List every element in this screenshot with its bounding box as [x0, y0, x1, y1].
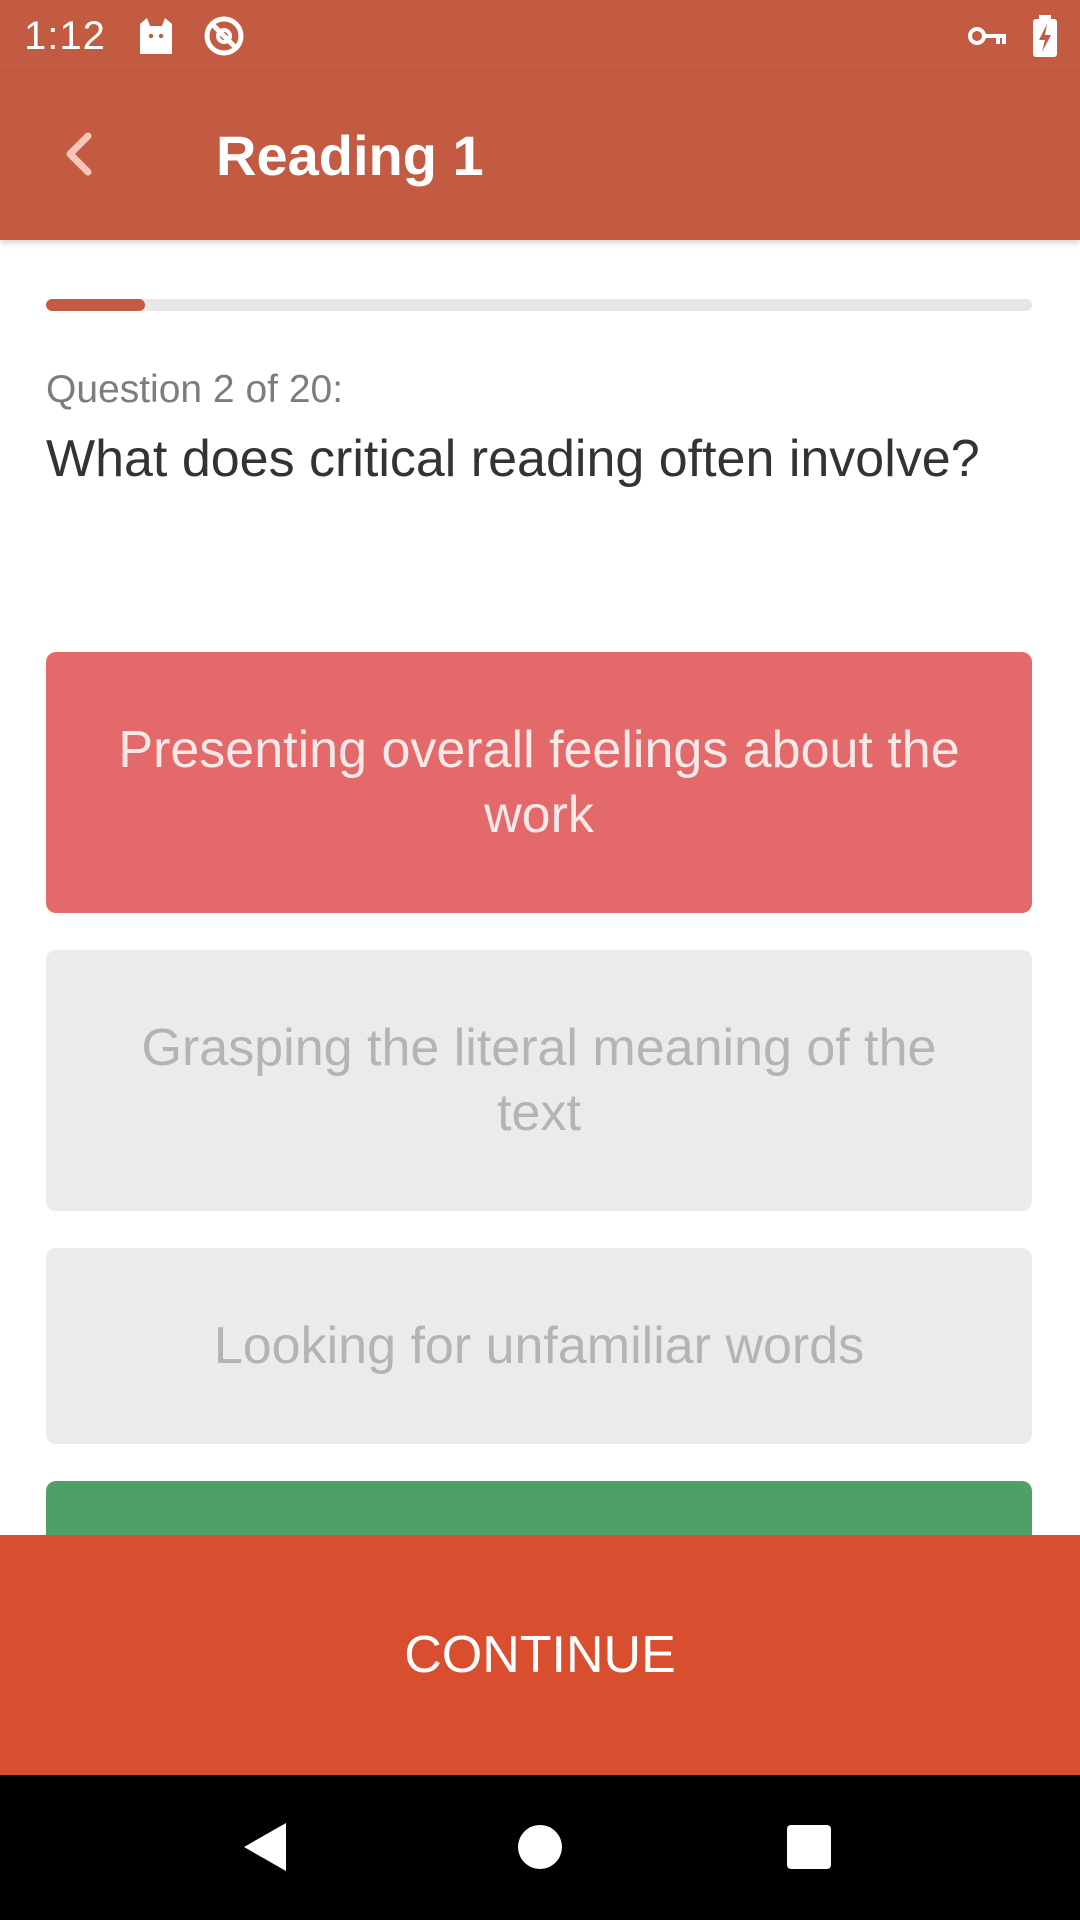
continue-button[interactable]: CONTINUE: [0, 1535, 1080, 1775]
answer-label: Looking for unfamiliar words: [213, 1316, 865, 1375]
home-circle-icon[interactable]: [500, 1807, 580, 1887]
answer-option[interactable]: Looking for unfamiliar words: [46, 1248, 1032, 1444]
quiz-progress-fill: [46, 299, 145, 311]
battery-charging-icon: [1030, 14, 1060, 58]
page-title: Reading 1: [216, 124, 484, 187]
recents-square-icon[interactable]: [769, 1807, 849, 1887]
status-bar: 1:12: [0, 0, 1080, 72]
quiz-progress-bar: [46, 299, 1032, 311]
no-disturb-icon: [202, 14, 246, 58]
answer-option-wrong[interactable]: Presenting overall feelings about the wo…: [46, 652, 1032, 913]
cat-notification-icon: [134, 14, 178, 58]
back-button[interactable]: [44, 114, 124, 194]
answer-label: Presenting overall feelings about the wo…: [118, 720, 960, 844]
answer-label: Grasping the literal meaning of the text: [141, 1018, 937, 1142]
chevron-left-icon: [66, 132, 92, 176]
question-counter: Question 2 of 20:: [46, 368, 344, 411]
vpn-key-icon: [966, 14, 1010, 58]
status-time: 1:12: [24, 14, 106, 58]
question-text: What does critical reading often involve…: [46, 430, 980, 488]
answer-option[interactable]: Grasping the literal meaning of the text: [46, 950, 1032, 1211]
system-nav-bar: [0, 1775, 1080, 1920]
back-triangle-icon[interactable]: [226, 1807, 306, 1887]
app-bar: Reading 1: [0, 72, 1080, 240]
